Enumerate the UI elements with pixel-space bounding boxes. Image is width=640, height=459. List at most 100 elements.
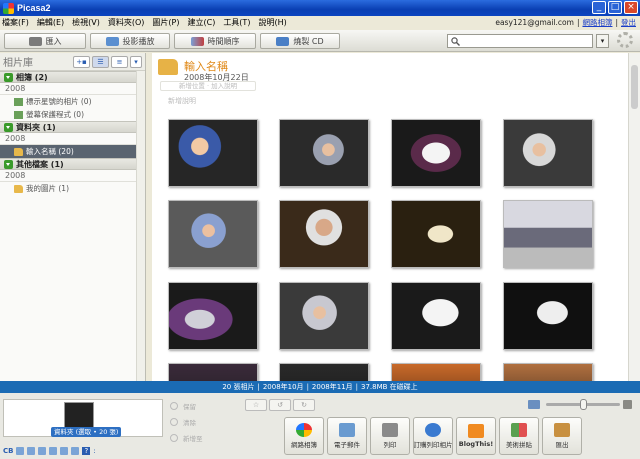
selection-tray: 資料夾 (選取 • 20 張) <box>3 399 163 437</box>
photo-grid-scrollbar[interactable] <box>628 53 640 381</box>
rotate-left-button[interactable]: ↺ <box>269 399 291 411</box>
folder-selected[interactable]: 輸入名稱 (20) <box>0 145 145 158</box>
printer-icon <box>382 423 398 437</box>
menu-tools[interactable]: 工具(T) <box>223 17 250 28</box>
photo-thumbnail[interactable] <box>503 363 593 381</box>
add-to-button[interactable]: 新增至 <box>170 430 230 446</box>
photo-thumbnail[interactable] <box>168 200 258 268</box>
collapse-arrow-icon[interactable] <box>4 122 13 132</box>
menu-folder[interactable]: 資料夾(O) <box>108 17 145 28</box>
selection-stack-thumbnail[interactable] <box>64 402 94 430</box>
menu-create[interactable]: 建立(C) <box>187 17 215 28</box>
camera-icon <box>28 36 42 46</box>
tree-view-button[interactable]: ≡ <box>111 55 128 68</box>
tray-tool-icon[interactable] <box>38 447 47 455</box>
toolbar: 匯入 投影播放 時間順序 燒製 CD ▾ <box>0 30 640 52</box>
tray-tool-icon[interactable] <box>16 447 25 455</box>
tray-tool-icon[interactable] <box>49 447 58 455</box>
collapse-arrow-icon[interactable] <box>4 159 13 169</box>
account-area: easy121@gmail.com | 網路相簿 | 登出 <box>495 17 636 28</box>
selection-label: 資料夾 (選取 • 20 張) <box>51 427 122 437</box>
web-albums-link[interactable]: 網路相簿 <box>582 17 612 28</box>
loading-spinner-icon <box>617 32 633 48</box>
cb-icon[interactable]: CB <box>3 447 13 455</box>
library-scrollbar[interactable] <box>136 71 145 381</box>
photo-thumbnail[interactable] <box>503 200 593 268</box>
minimize-button[interactable]: _ <box>592 1 606 14</box>
photo-thumbnail[interactable] <box>279 119 369 187</box>
photo-thumbnail[interactable] <box>503 119 593 187</box>
menu-help[interactable]: 說明(H) <box>258 17 286 28</box>
add-location-button[interactable]: 新增位置 · 加入說明 <box>160 81 256 91</box>
timeline-button[interactable]: 時間順序 <box>174 33 256 49</box>
tray-tool-icon[interactable] <box>71 447 80 455</box>
collapse-arrow-icon[interactable] <box>4 72 13 82</box>
menu-view[interactable]: 檢視(V) <box>72 17 100 28</box>
album-starred[interactable]: 標示星號的相片 (0) <box>0 95 145 108</box>
window-title: Picasa2 <box>17 3 51 13</box>
hold-icon <box>170 402 178 410</box>
photo-thumbnail[interactable] <box>391 119 481 187</box>
star-button[interactable]: ☆ <box>245 399 267 411</box>
tray-tool-icon[interactable] <box>27 447 36 455</box>
collage-icon <box>511 423 527 437</box>
photo-thumbnail[interactable] <box>391 363 481 381</box>
collage-button[interactable]: 美術拼貼 <box>499 417 539 455</box>
email-button[interactable]: 電子郵件 <box>327 417 367 455</box>
menu-edit[interactable]: 編輯(E) <box>37 17 64 28</box>
album-screensaver[interactable]: 螢幕保護程式 (0) <box>0 108 145 121</box>
photo-thumbnail[interactable] <box>391 200 481 268</box>
photo-thumbnail[interactable] <box>503 282 593 350</box>
web-album-button[interactable]: 網路相簿 <box>284 417 324 455</box>
photo-thumbnail[interactable] <box>391 282 481 350</box>
folder-icon <box>158 59 178 75</box>
email-icon <box>339 423 355 437</box>
photo-thumbnail[interactable] <box>279 200 369 268</box>
group-other-files[interactable]: 其他檔案 (1) <box>0 158 145 170</box>
picture-tray: 資料夾 (選取 • 20 張) CB ? : 保留 清除 新增至 ☆ ↺ ↻ 網… <box>0 393 640 459</box>
search-options-button[interactable]: ▾ <box>596 34 609 48</box>
photo-grid-area: 輸入名稱 2008年10月22日 新增位置 · 加入說明 新增說明 <box>152 53 628 381</box>
close-button[interactable]: × <box>624 1 638 14</box>
status-date-to: 2008年11月 <box>311 383 353 391</box>
picasa-logo-icon <box>3 2 14 14</box>
export-button[interactable]: 匯出 <box>542 417 582 455</box>
year-divider: 2008 <box>0 83 145 95</box>
group-albums[interactable]: 相簿 (2) <box>0 71 145 83</box>
add-description-field[interactable]: 新增說明 <box>168 96 196 106</box>
more-icon[interactable]: : <box>93 447 95 455</box>
clear-button[interactable]: 清除 <box>170 414 230 430</box>
slider-knob[interactable] <box>580 399 587 410</box>
menu-file[interactable]: 檔案(F) <box>2 17 29 28</box>
photo-thumbnail[interactable] <box>168 282 258 350</box>
slideshow-button[interactable]: 投影播放 <box>90 33 170 49</box>
hold-button[interactable]: 保留 <box>170 398 230 414</box>
blogthis-button[interactable]: BlogThis! <box>456 417 496 455</box>
folder-my-pictures[interactable]: 我的圖片 (1) <box>0 182 145 195</box>
print-button[interactable]: 列印 <box>370 417 410 455</box>
import-button[interactable]: 匯入 <box>4 33 86 49</box>
photo-thumbnail[interactable] <box>168 119 258 187</box>
flat-view-button[interactable]: ☰ <box>92 55 109 68</box>
search-box[interactable] <box>447 34 593 48</box>
add-to-icon <box>170 434 178 442</box>
tray-tool-icon[interactable] <box>60 447 69 455</box>
scrollbar-thumb[interactable] <box>631 65 638 109</box>
photo-thumbnail[interactable] <box>279 363 369 381</box>
help-icon[interactable]: ? <box>82 447 91 455</box>
maximize-button[interactable]: □ <box>608 1 622 14</box>
view-options-button[interactable]: ▾ <box>130 55 142 68</box>
order-prints-button[interactable]: 訂購列印相片 <box>413 417 453 455</box>
account-email: easy121@gmail.com <box>495 18 574 27</box>
thumbnail-size-slider[interactable] <box>546 399 620 410</box>
year-divider: 2008 <box>0 133 145 145</box>
photo-thumbnail[interactable] <box>279 282 369 350</box>
group-folders[interactable]: 資料夾 (1) <box>0 121 145 133</box>
burn-cd-button[interactable]: 燒製 CD <box>260 33 340 49</box>
menu-picture[interactable]: 圖片(P) <box>152 17 179 28</box>
search-input[interactable] <box>463 36 583 46</box>
rotate-right-button[interactable]: ↻ <box>293 399 315 411</box>
sign-out-link[interactable]: 登出 <box>621 17 636 28</box>
photo-thumbnail[interactable] <box>168 363 258 381</box>
new-album-button[interactable]: +▪ <box>73 55 90 68</box>
